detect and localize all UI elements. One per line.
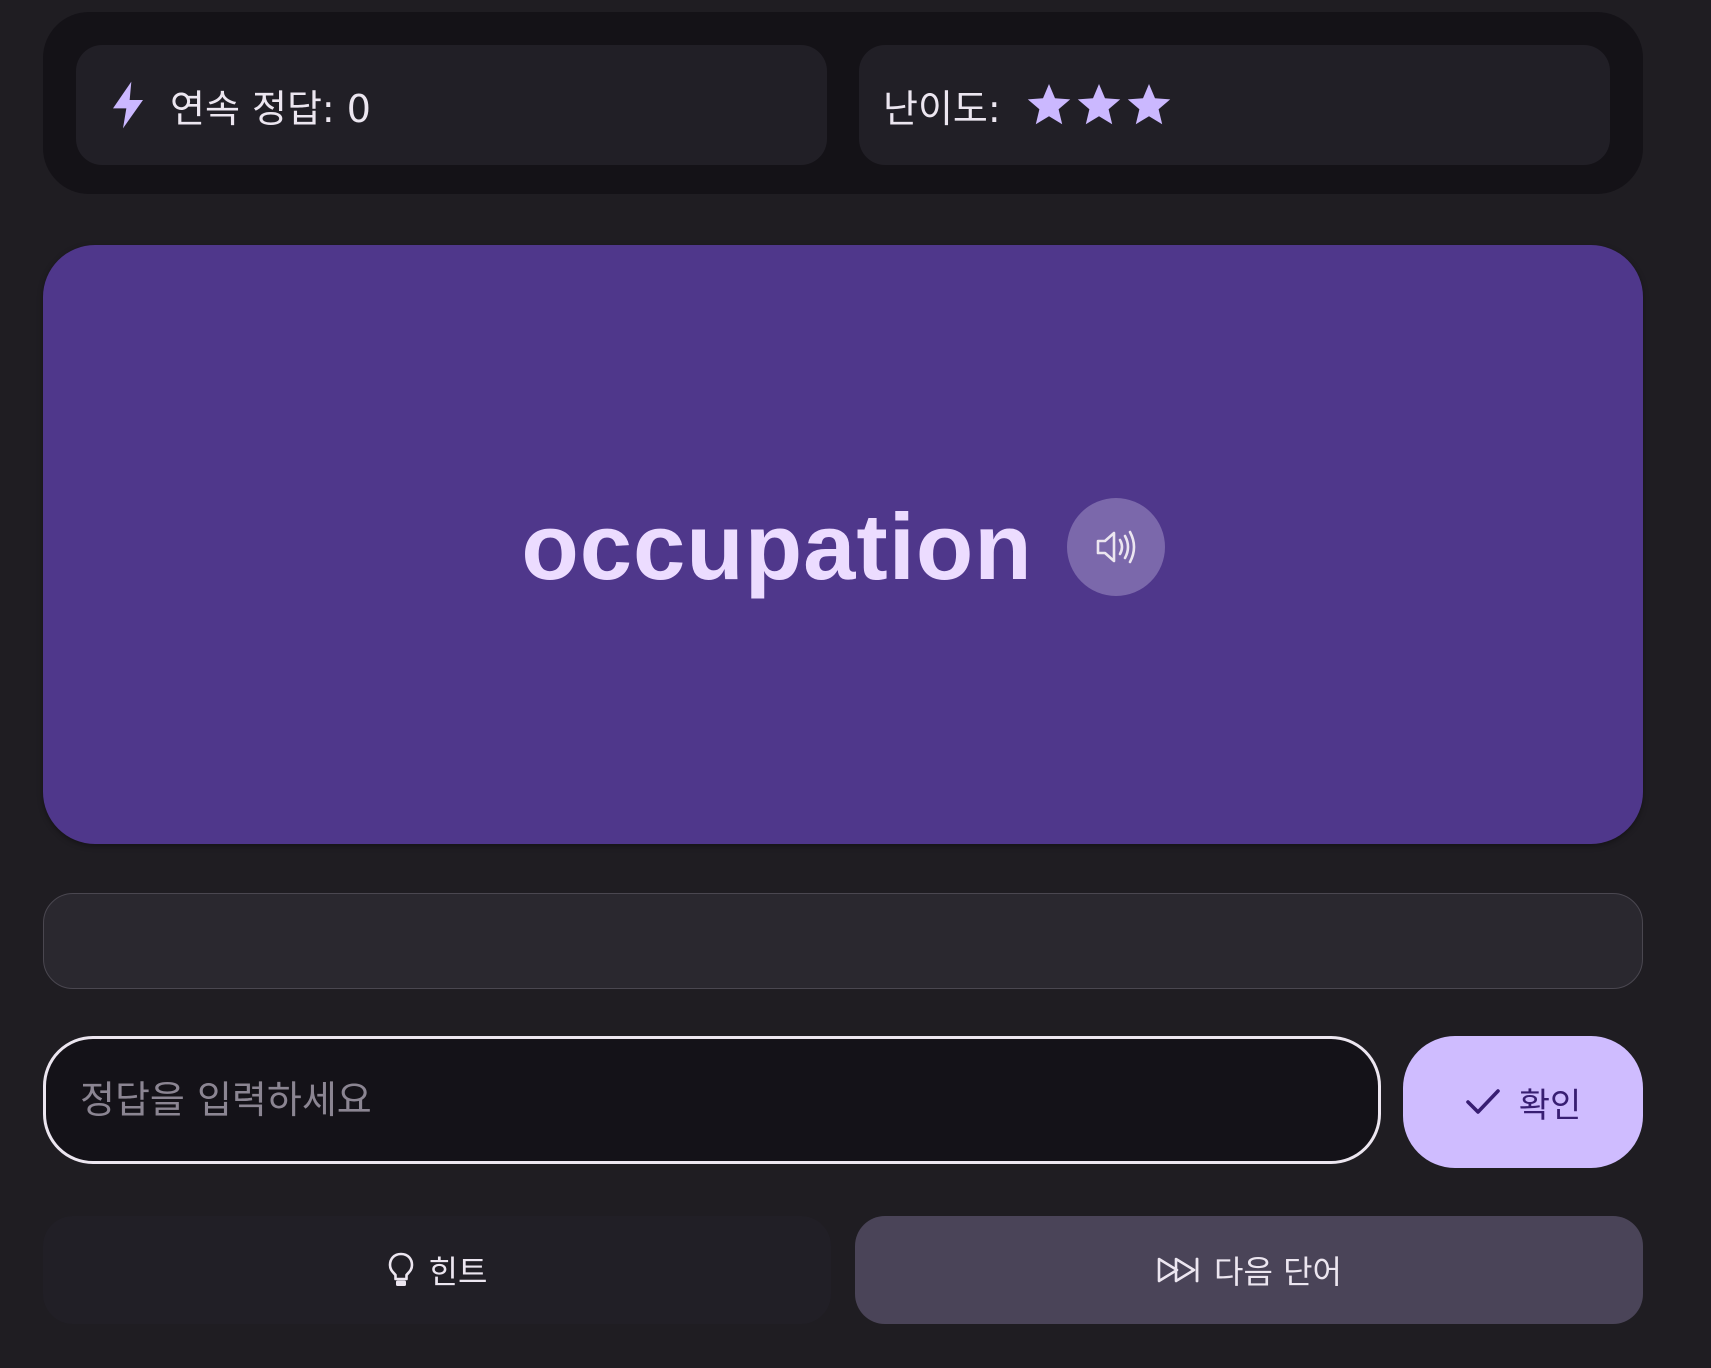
star-icon [1127,84,1170,125]
stats-panel: 연속 정답: 0 난이도: [43,12,1643,194]
vocab-word: occupation [521,493,1033,599]
feedback-box [43,893,1643,989]
confirm-label: 확인 [1518,1085,1582,1126]
pronounce-button[interactable] [1066,497,1165,596]
difficulty-label: 난이도: [883,86,1001,131]
lightbulb-icon [387,1252,415,1288]
next-word-button[interactable]: 다음 단어 [855,1216,1643,1324]
skip-next-icon [1156,1256,1200,1284]
answer-input[interactable] [43,1036,1381,1164]
lightning-icon [108,80,148,130]
difficulty-stars [1025,81,1173,129]
speaker-icon [1096,530,1135,563]
next-word-label: 다음 단어 [1214,1253,1342,1291]
streak-label: 연속 정답: 0 [170,86,371,131]
star-icon [1027,84,1070,125]
word-row: occupation [521,493,1165,601]
difficulty-card: 난이도: [859,45,1610,165]
hint-label: 힌트 [428,1253,488,1291]
streak-card: 연속 정답: 0 [76,45,827,165]
confirm-button[interactable]: 확인 [1403,1036,1643,1168]
word-card: occupation [43,245,1643,844]
check-icon [1465,1087,1501,1117]
star-icon [1077,84,1120,125]
hint-button[interactable]: 힌트 [43,1216,831,1324]
